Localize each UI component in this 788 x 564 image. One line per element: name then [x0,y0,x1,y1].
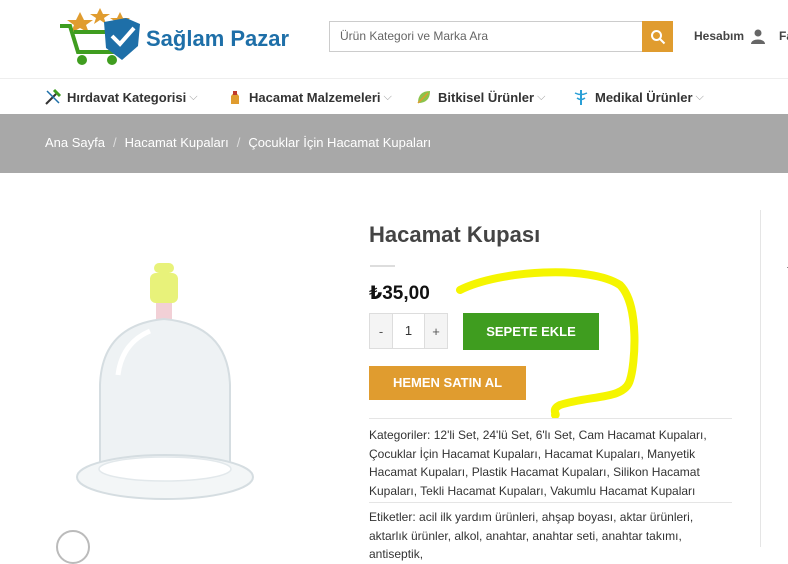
zoom-icon[interactable] [56,530,90,564]
site-logo[interactable]: Sağlam Pazar [60,8,300,70]
nav-item-hirdavat[interactable]: Hırdavat Kategorisi ⌵ [44,88,198,106]
nav-item-label: Hacamat Malzemeleri [249,89,381,105]
product-image[interactable] [70,255,270,520]
nav-item-label: Medikal Ürünler [595,89,693,105]
quantity-input[interactable]: 1 [392,314,425,348]
breadcrumb-separator: / [113,135,117,150]
site-header: Sağlam Pazar Ürün Kategori ve Marka Ara … [0,0,788,78]
breadcrumb-home[interactable]: Ana Sayfa [45,135,105,150]
sidebar-divider [760,210,761,547]
nav-item-hacamat[interactable]: Hacamat Malzemeleri ⌵ [226,88,392,106]
caduceus-icon [574,90,588,105]
logo-text: Sağlam Pazar [146,26,290,51]
breadcrumb-current[interactable]: Çocuklar İçin Hacamat Kupaları [248,135,431,150]
product-price: ₺35,00 [369,283,430,304]
tags-list[interactable]: acil ilk yardım ürünleri, ahşap boyası, … [369,510,693,561]
categories-label: Kategoriler: [369,428,431,442]
breadcrumb-category[interactable]: Hacamat Kupaları [125,135,229,150]
leaf-icon [417,91,430,104]
tools-icon [45,88,62,105]
title-divider [370,265,395,267]
product-title: Hacamat Kupası [369,222,541,247]
chevron-down-icon: ⌵ [695,90,704,103]
search-button[interactable] [642,21,673,52]
search-icon [650,29,665,44]
chevron-down-icon: ⌵ [189,90,198,103]
nav-item-label: Bitkisel Ürünler [438,89,535,105]
cupping-cup-image [76,263,254,500]
cart-shield-icon [60,8,140,65]
user-icon[interactable] [750,28,766,44]
breadcrumb-bar: Ana Sayfa / Hacamat Kupaları / Çocuklar İçin… [0,114,788,173]
quantity-stepper[interactable]: - 1 + [369,313,448,349]
yellow-annotation-scribble [456,268,639,419]
nav-item-medikal[interactable]: Medikal Ürünler ⌵ [572,88,704,106]
main-nav: Hırdavat Kategorisi ⌵ Hacamat Malzemeleri… [0,78,788,114]
breadcrumb-separator: / [236,135,241,150]
meta-divider [369,502,732,503]
product-categories: Kategoriler: 12'li Set, 24'lü Set, 6'lı … [369,426,734,500]
product-tags: Etiketler: acil ilk yardım ürünleri, ahş… [369,508,734,564]
favorites-link[interactable]: Fa [779,29,788,43]
account-link[interactable]: Hesabım [694,29,744,43]
cup-icon [231,91,239,104]
quantity-decrease-button[interactable]: - [370,314,392,348]
tags-label: Etiketler: [369,510,416,524]
chevron-down-icon: ⌵ [383,90,392,103]
nav-item-label: Hırdavat Kategorisi [67,89,187,105]
nav-item-bitkisel[interactable]: Bitkisel Ürünler ⌵ [415,88,545,106]
meta-divider [369,418,732,419]
chevron-down-icon: ⌵ [537,90,546,103]
search-input[interactable]: Ürün Kategori ve Marka Ara [329,21,643,52]
breadcrumb: Ana Sayfa / Hacamat Kupaları / Çocuklar İçin… [45,135,431,150]
